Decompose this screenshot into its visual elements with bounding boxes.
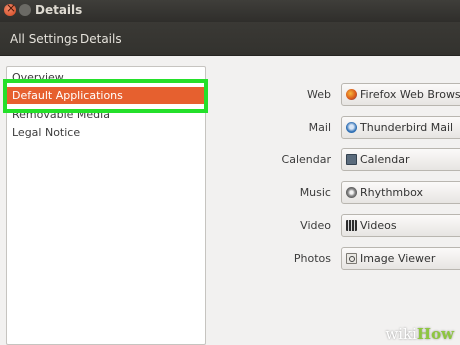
header-bar: All Settings Details: [0, 22, 460, 56]
sidebar: Overview Removable Media Legal Notice De…: [6, 66, 206, 345]
firefox-icon: [346, 89, 357, 100]
title-bar: Details: [0, 0, 460, 22]
calendar-label: Calendar: [281, 153, 331, 166]
photos-label: Photos: [293, 252, 331, 265]
rhythmbox-icon: [346, 187, 357, 198]
calendar-app-dropdown[interactable]: Calendar: [341, 148, 460, 171]
mail-app-value: Thunderbird Mail: [360, 121, 454, 134]
photos-app-value: Image Viewer: [360, 252, 436, 265]
mail-label: Mail: [308, 121, 331, 134]
watermark-wiki: wiki: [385, 325, 417, 343]
all-settings-button[interactable]: All Settings: [10, 32, 78, 46]
video-label: Video: [300, 219, 331, 232]
web-app-value: Firefox Web Browser: [360, 88, 460, 101]
photos-app-dropdown[interactable]: Image Viewer: [341, 247, 460, 270]
thunderbird-icon: [346, 122, 357, 133]
breadcrumb-details[interactable]: Details: [80, 32, 122, 46]
image-viewer-icon: [346, 253, 357, 264]
minimize-icon[interactable]: [19, 4, 31, 16]
calendar-icon: [346, 154, 357, 165]
video-app-value: Videos: [360, 219, 397, 232]
calendar-app-value: Calendar: [360, 153, 410, 166]
mail-app-dropdown[interactable]: Thunderbird Mail: [341, 116, 460, 139]
details-panel: Overview Removable Media Legal Notice De…: [0, 56, 460, 345]
watermark-how: How: [416, 325, 454, 343]
close-icon[interactable]: [4, 1, 16, 16]
wikihow-watermark: wikiHow: [385, 325, 454, 343]
videos-icon: [346, 220, 357, 231]
sidebar-item-legal-notice[interactable]: Legal Notice: [7, 124, 205, 141]
sidebar-item-default-applications[interactable]: Default Applications: [7, 87, 205, 104]
sidebar-item-overview[interactable]: Overview: [7, 69, 205, 86]
web-label: Web: [307, 88, 331, 101]
music-app-value: Rhythmbox: [360, 186, 424, 199]
sidebar-item-removable-media[interactable]: Removable Media: [7, 106, 205, 123]
music-app-dropdown[interactable]: Rhythmbox: [341, 181, 460, 204]
music-label: Music: [299, 186, 331, 199]
web-app-dropdown[interactable]: Firefox Web Browser: [341, 83, 460, 106]
window-title: Details: [35, 3, 83, 17]
video-app-dropdown[interactable]: Videos: [341, 214, 460, 237]
